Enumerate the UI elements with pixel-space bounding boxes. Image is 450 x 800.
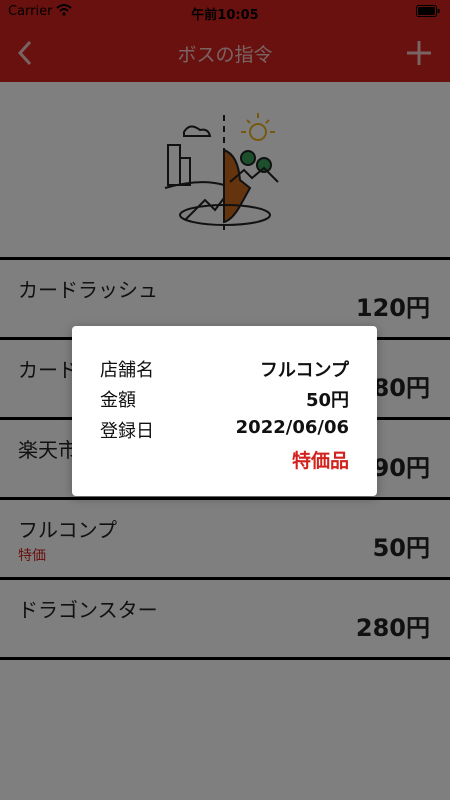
shop-label: 店舗名 [100,360,154,381]
app-screen: Carrier 午前10:05 ボスの指令 [0,0,450,800]
date-value: 2022/06/06 [235,417,349,438]
amount-value: 50円 [305,390,349,411]
date-label: 登録日 [100,421,154,442]
amount-label: 金額 [100,390,136,411]
date-row: 登録日 2022/06/06 [100,417,349,443]
shop-row: 店舗名 フルコンプ [100,356,349,382]
amount-row: 金額 50円 [100,386,349,412]
shop-value: フルコンプ [259,360,349,381]
shop-detail-dialog: 店舗名 フルコンプ 金額 50円 登録日 2022/06/06 特価品 [72,326,377,496]
special-badge: 特価品 [291,450,349,472]
